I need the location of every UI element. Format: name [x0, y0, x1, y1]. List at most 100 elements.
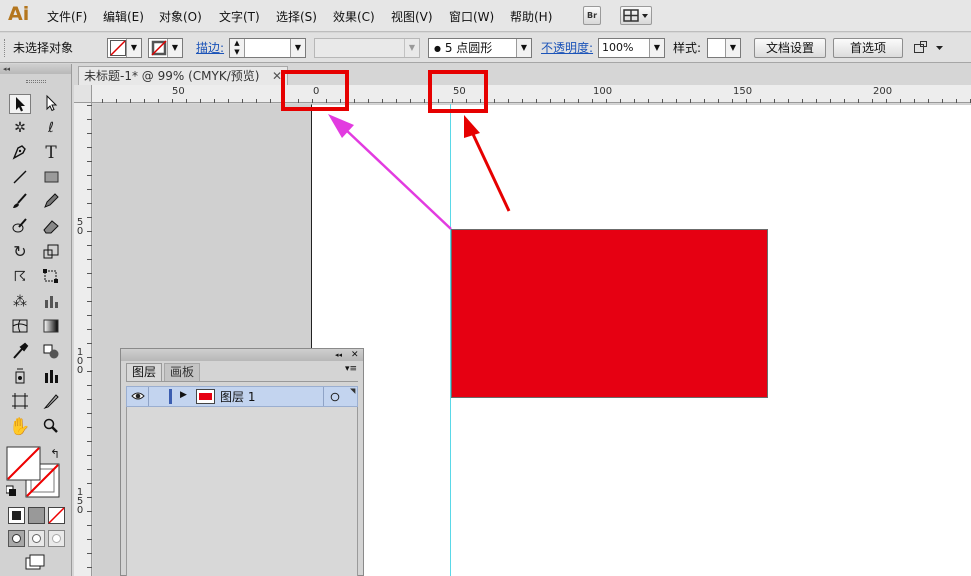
warp-tool-icon[interactable]: ☈ — [9, 267, 31, 287]
selection-tool-icon[interactable] — [9, 94, 31, 114]
hand-tool-icon[interactable]: ✋ — [9, 417, 31, 437]
eye-visibility-icon[interactable] — [131, 390, 145, 405]
layer-color-indicator — [169, 389, 172, 404]
graph-tool-icon[interactable] — [40, 292, 62, 312]
opacity-label[interactable]: 不透明度: — [541, 38, 593, 58]
magic-wand-tool-icon[interactable]: ✲ — [9, 118, 31, 138]
ruler-label: 1 5 0 — [76, 487, 84, 516]
direct-selection-tool-icon[interactable] — [40, 94, 62, 114]
red-rectangle[interactable] — [451, 229, 768, 398]
chevron-down-icon: ▼ — [290, 39, 305, 57]
stroke-weight-stepper[interactable]: ▲ ▼ — [230, 39, 245, 57]
menu-file[interactable]: 文件(F) — [47, 8, 87, 25]
chevron-down-icon: ▼ — [725, 39, 740, 57]
tab-divider — [126, 381, 358, 382]
arrange-documents-button[interactable] — [912, 38, 946, 58]
blend-tool-icon[interactable] — [40, 342, 62, 362]
free-transform-tool-icon[interactable] — [40, 267, 62, 287]
stroke-color-dropdown[interactable]: ▼ — [148, 38, 183, 58]
document-setup-button[interactable]: 文档设置 — [754, 38, 826, 58]
menu-window[interactable]: 窗口(W) — [449, 8, 494, 25]
document-tab[interactable]: 未标题-1* @ 99% (CMYK/预览) ✕ — [78, 66, 288, 86]
menu-help[interactable]: 帮助(H) — [510, 8, 552, 25]
document-tab-title: 未标题-1* @ 99% (CMYK/预览) — [84, 69, 260, 83]
preferences-button[interactable]: 首选项 — [833, 38, 903, 58]
collapse-panel-icon[interactable]: ◂◂ — [335, 349, 342, 361]
symbol-sprayer-tool-icon[interactable]: ⁂ — [9, 292, 31, 312]
color-mode-buttons[interactable] — [8, 507, 66, 525]
brush-definition-dropdown[interactable]: ● 5 点圆形 ▼ — [428, 38, 532, 58]
slice-tool-icon[interactable] — [40, 392, 62, 412]
control-bar: 未选择对象 ▼ ▼ 描边: ▲ ▼ ▼ ▼ ● 5 点圆形 ▼ 不透明度: 100… — [0, 33, 971, 63]
opacity-field[interactable]: 100% ▼ — [598, 38, 665, 58]
selection-status-label: 未选择对象 — [13, 41, 74, 55]
menu-effect[interactable]: 效果(C) — [333, 8, 375, 25]
workspace-switcher-button[interactable] — [620, 6, 652, 25]
expand-triangle-icon[interactable]: ▶ — [180, 390, 187, 400]
layer-thumbnail — [196, 389, 215, 404]
menu-object[interactable]: 对象(O) — [159, 8, 202, 25]
tab-artboards[interactable]: 画板 — [164, 363, 201, 381]
ruler-label: 150 — [733, 86, 753, 97]
layers-panel: ◂◂ ✕ 图层 画板 ▾≡ ▶ 图层 1 ◥ — [120, 348, 364, 576]
draw-mode-icon — [8, 530, 65, 547]
stroke-label[interactable]: 描边: — [196, 38, 224, 58]
layer-name[interactable]: 图层 1 — [220, 388, 255, 405]
tools-panel-header: ◂◂ — [0, 64, 71, 74]
type-tool-icon[interactable]: T — [40, 143, 62, 163]
ruler-label: 100 — [593, 86, 613, 97]
svg-text:↰: ↰ — [50, 447, 60, 461]
symbol-sprayer-alt-tool-icon[interactable] — [9, 367, 31, 387]
bridge-button[interactable]: Br — [583, 6, 601, 25]
chevron-down-icon: ▼ — [649, 39, 664, 57]
fill-stroke-swatches-icon: ↰ — [5, 446, 60, 498]
target-circle-icon[interactable] — [330, 391, 340, 405]
horizontal-ruler[interactable]: 50 0 50 100 150 200 — [74, 85, 971, 103]
ruler-label: 200 — [873, 86, 893, 97]
vertical-ruler[interactable]: 5 0 1 0 0 1 5 0 — [74, 85, 92, 576]
eyedropper-tool-icon[interactable] — [9, 342, 31, 362]
screen-mode-icon — [25, 554, 45, 570]
chevron-down-icon: ▼ — [404, 39, 419, 57]
fill-color-dropdown[interactable]: ▼ — [107, 38, 142, 58]
gradient-tool-icon[interactable] — [40, 317, 62, 337]
menu-select[interactable]: 选择(S) — [276, 8, 317, 25]
draw-mode-buttons[interactable] — [8, 530, 66, 548]
ruler-origin-corner[interactable] — [74, 85, 92, 103]
layer-row[interactable]: ▶ 图层 1 ◥ — [126, 386, 358, 407]
stroke-weight-field[interactable]: ▲ ▼ ▼ — [229, 38, 306, 58]
eraser-tool-icon[interactable] — [40, 217, 62, 237]
layers-panel-titlebar[interactable]: ◂◂ ✕ — [121, 349, 363, 361]
zoom-tool-icon[interactable] — [40, 417, 62, 437]
menu-view[interactable]: 视图(V) — [391, 8, 433, 25]
column-divider — [148, 387, 149, 406]
close-icon[interactable]: ✕ — [351, 349, 359, 361]
rotate-tool-icon[interactable]: ↻ — [9, 242, 31, 262]
scale-tool-icon[interactable] — [40, 242, 62, 262]
paintbrush-tool-icon[interactable] — [9, 192, 31, 212]
pen-tool-icon[interactable] — [9, 143, 31, 163]
selection-corner-icon: ◥ — [350, 387, 356, 395]
pencil-tool-icon[interactable] — [40, 192, 62, 212]
tab-layers[interactable]: 图层 — [126, 363, 163, 381]
graphic-style-dropdown[interactable]: ▼ — [707, 38, 741, 58]
menu-edit[interactable]: 编辑(E) — [103, 8, 144, 25]
lasso-tool-icon[interactable]: ℓ — [40, 118, 62, 138]
screen-mode-button[interactable] — [24, 554, 48, 572]
chevron-down-icon: ▼ — [126, 39, 141, 57]
panel-menu-icon[interactable]: ▾≡ — [345, 364, 357, 374]
line-tool-icon[interactable] — [9, 168, 31, 188]
app-logo: Ai — [8, 3, 30, 25]
column-graph-tool-icon[interactable] — [40, 367, 62, 387]
rectangle-tool-icon[interactable] — [40, 168, 62, 188]
artboard-tool-icon[interactable] — [9, 392, 31, 412]
stroke-none-swatch-icon — [151, 40, 167, 56]
variable-width-profile-dropdown[interactable]: ▼ — [314, 38, 420, 58]
tools-panel-grip — [26, 80, 46, 83]
horizontal-ruler-ticks — [74, 99, 971, 103]
fill-stroke-control[interactable]: ↰ — [5, 446, 64, 502]
menu-type[interactable]: 文字(T) — [219, 8, 260, 25]
ruler-label: 50 — [172, 86, 185, 97]
mesh-tool-icon[interactable] — [9, 317, 31, 337]
blob-brush-tool-icon[interactable] — [9, 217, 31, 237]
